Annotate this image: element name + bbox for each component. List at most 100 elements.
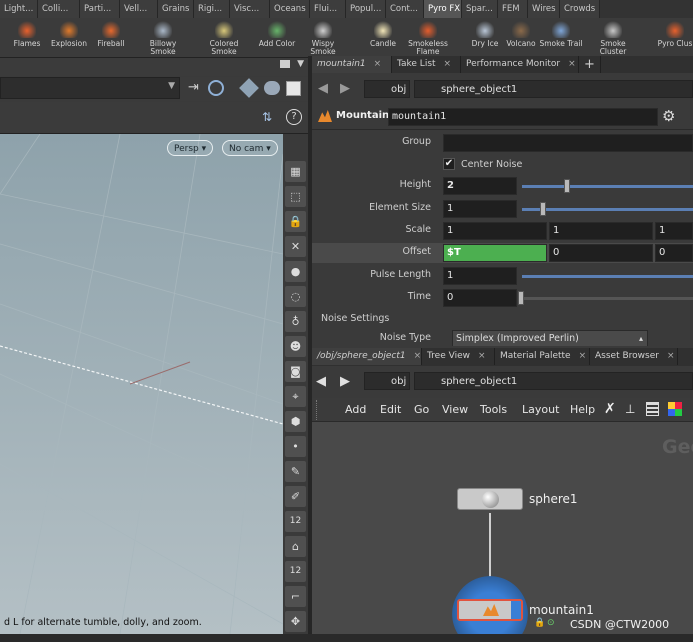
add-tab-icon[interactable]: + bbox=[579, 56, 601, 73]
time-field[interactable]: 0 bbox=[443, 289, 517, 307]
shelf-tool[interactable]: Wispy Smoke bbox=[300, 20, 346, 56]
network-tab[interactable]: Tree View × bbox=[422, 348, 495, 365]
scale-x-field[interactable]: 1 bbox=[443, 222, 547, 240]
center-noise-checkbox[interactable]: ✔ bbox=[443, 158, 455, 170]
param-tab[interactable]: Take List × bbox=[392, 56, 461, 73]
display-cube-icon[interactable] bbox=[239, 78, 259, 98]
shelf-tab[interactable]: Crowds bbox=[560, 0, 600, 18]
shelf-tool[interactable]: Smoke Trail bbox=[538, 20, 584, 48]
shelf-tab[interactable]: FEM bbox=[498, 0, 528, 18]
close-icon[interactable]: × bbox=[414, 351, 421, 361]
network-tab[interactable]: Material Palette × bbox=[495, 348, 590, 365]
time-slider-handle[interactable] bbox=[518, 291, 524, 305]
shelf-tab[interactable]: Vell... bbox=[120, 0, 158, 18]
menu-icon[interactable] bbox=[280, 60, 290, 68]
shelf-tab[interactable]: Rigi... bbox=[194, 0, 230, 18]
curve-icon[interactable]: ⌐ bbox=[285, 586, 306, 607]
node-sphere1[interactable] bbox=[457, 488, 523, 510]
transform-icon[interactable]: ✥ bbox=[285, 611, 306, 632]
brush-icon[interactable]: ✎ bbox=[285, 461, 306, 482]
back-arrow-icon[interactable]: ◀ bbox=[318, 81, 328, 96]
shelf-tab[interactable]: Colli... bbox=[38, 0, 80, 18]
shelf-tool[interactable]: Add Color bbox=[254, 20, 300, 48]
close-icon[interactable]: × bbox=[478, 351, 486, 361]
pin-icon[interactable]: ⇥ bbox=[188, 80, 199, 95]
help-icon[interactable]: ? bbox=[286, 109, 302, 125]
collapse-icon[interactable]: ▼ bbox=[297, 59, 304, 69]
shelf-tool[interactable]: Explosion bbox=[46, 20, 92, 48]
paint-icon[interactable]: ⌂ bbox=[285, 536, 306, 557]
sort-icon[interactable]: ⇅ bbox=[262, 110, 272, 124]
forward-arrow-icon[interactable]: ▶ bbox=[340, 374, 350, 389]
gear-icon[interactable]: ⚙ bbox=[662, 107, 675, 125]
close-icon[interactable]: × bbox=[667, 351, 675, 361]
shelf-tool[interactable]: Colored Smoke bbox=[200, 20, 248, 56]
camera-button[interactable]: Persp ▾ bbox=[167, 140, 214, 156]
display-flag[interactable] bbox=[511, 601, 521, 619]
shelf-tool[interactable]: Smokeless Flame bbox=[404, 20, 452, 56]
time-slider-track[interactable] bbox=[522, 297, 693, 300]
chevron-down-icon[interactable]: ▼ bbox=[168, 81, 175, 91]
viewport-path-field[interactable]: ▼ bbox=[0, 77, 180, 99]
node-mountain1[interactable] bbox=[457, 599, 523, 621]
path-segment-obj[interactable]: obj bbox=[364, 80, 410, 98]
menu-layout[interactable]: Layout bbox=[522, 403, 559, 416]
target-icon[interactable] bbox=[208, 80, 224, 96]
noise-type-select[interactable]: Simplex (Improved Perlin) ▴ bbox=[452, 330, 648, 346]
color-palette-icon[interactable] bbox=[668, 402, 682, 416]
shelf-tool[interactable]: Pyro Clus bbox=[652, 20, 693, 48]
pulse-length-field[interactable]: 1 bbox=[443, 267, 517, 285]
menu-tools[interactable]: Tools bbox=[480, 403, 507, 416]
shelf-tab[interactable]: Oceans bbox=[270, 0, 310, 18]
render-icon[interactable]: ◙ bbox=[285, 361, 306, 382]
lighting-icon[interactable] bbox=[264, 81, 280, 95]
tree-icon[interactable]: ⊥ bbox=[625, 402, 635, 416]
shelf-tab[interactable]: Spar... bbox=[462, 0, 498, 18]
close-icon[interactable]: ✕ bbox=[285, 236, 306, 257]
shelf-tool[interactable]: Fireball bbox=[88, 20, 134, 48]
shelf-tab[interactable]: Popul... bbox=[346, 0, 386, 18]
shelf-tab[interactable]: Wires bbox=[528, 0, 560, 18]
shelf-tab[interactable]: Light... bbox=[0, 0, 38, 18]
network-tab[interactable]: Asset Browser × bbox=[590, 348, 678, 365]
lock-icon[interactable]: 🔒 bbox=[285, 211, 306, 232]
list-icon[interactable] bbox=[646, 402, 659, 416]
param-tab[interactable]: Performance Monitor × bbox=[461, 56, 579, 73]
close-icon[interactable]: × bbox=[444, 59, 452, 69]
height-slider-handle[interactable] bbox=[564, 179, 570, 193]
scene-viewport[interactable]: Persp ▾ No cam ▾ bbox=[0, 134, 283, 634]
back-arrow-icon[interactable]: ◀ bbox=[316, 374, 326, 389]
node-name-field[interactable]: mountain1 bbox=[388, 108, 658, 126]
light-icon[interactable]: ◌ bbox=[285, 286, 306, 307]
offset-x-field[interactable]: $T bbox=[443, 244, 547, 262]
offset-z-field[interactable]: 0 bbox=[655, 244, 693, 262]
element-size-slider-handle[interactable] bbox=[540, 202, 546, 216]
height-slider-track[interactable] bbox=[522, 185, 693, 188]
shelf-tool[interactable]: Candle bbox=[360, 20, 406, 48]
height-field[interactable]: 2 bbox=[443, 177, 517, 195]
shelf-tool[interactable]: Flames bbox=[4, 20, 50, 48]
select-icon[interactable]: ⬚ bbox=[285, 186, 306, 207]
offset-y-field[interactable]: 0 bbox=[549, 244, 653, 262]
cam-button[interactable]: No cam ▾ bbox=[222, 140, 278, 156]
shelf-tab[interactable]: Grains bbox=[158, 0, 194, 18]
network-path-segment-node[interactable]: sphere_object1 bbox=[414, 372, 693, 390]
grid-icon[interactable]: ▦ bbox=[285, 161, 306, 182]
close-icon[interactable]: × bbox=[579, 351, 587, 361]
shelf-tab[interactable]: Pyro FX bbox=[424, 0, 462, 18]
network-path-segment-obj[interactable]: obj bbox=[364, 372, 410, 390]
forward-arrow-icon[interactable]: ▶ bbox=[340, 81, 350, 96]
shelf-tab[interactable]: Cont... bbox=[386, 0, 424, 18]
dot-icon[interactable]: • bbox=[285, 436, 306, 457]
background-icon[interactable] bbox=[286, 81, 301, 96]
pen-icon[interactable]: ✐ bbox=[285, 486, 306, 507]
element-size-slider-track[interactable] bbox=[522, 208, 693, 211]
scale-y-field[interactable]: 1 bbox=[549, 222, 653, 240]
menu-go[interactable]: Go bbox=[414, 403, 429, 416]
menu-help[interactable]: Help bbox=[570, 403, 595, 416]
menu-add[interactable]: Add bbox=[345, 403, 366, 416]
skull-icon[interactable]: ☻ bbox=[285, 336, 306, 357]
path-segment-node[interactable]: sphere_object1 bbox=[414, 80, 693, 98]
shelf-tab[interactable]: Flui... bbox=[310, 0, 346, 18]
close-icon[interactable]: × bbox=[568, 59, 576, 69]
